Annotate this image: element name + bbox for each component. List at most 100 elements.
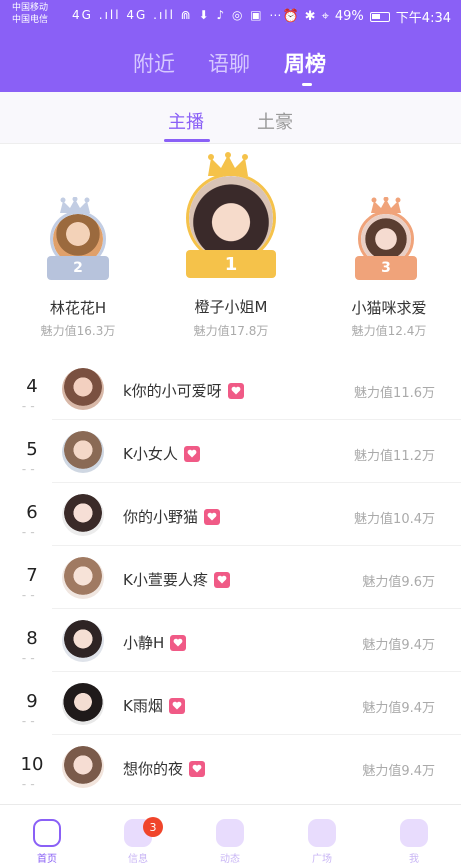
location-icon: ⌖ (321, 9, 329, 24)
rank-number: 5 (26, 439, 38, 460)
divider (52, 482, 461, 483)
rank-change: – – (22, 465, 36, 474)
list-item-name: K小女人 (123, 443, 200, 464)
heart-icon (227, 382, 244, 399)
top-tab-bar: 附近 语聊 周榜 (0, 30, 461, 92)
nav-label: 我 (409, 854, 419, 865)
charm-score: 魅力值9.6万 (362, 575, 435, 590)
nav-square[interactable]: 广场 (292, 811, 352, 865)
status-bar: 中国移动 中国电信 4G .ıll 4G .ıll ⋒ ⬇ ♪ ◎ ▣ ⋯ ⏰ … (0, 0, 461, 30)
carrier-line-1: 中国移动 (12, 3, 49, 13)
user-name: K小女人 (123, 445, 178, 463)
list-item[interactable]: 7 – – K小萱要人疼 魅力值9.6万 (0, 547, 461, 609)
subtab-rich[interactable]: 土豪 (257, 108, 293, 134)
list-item-name: 想你的夜 (123, 758, 206, 779)
podium-name: 橙子小姐M (194, 298, 268, 316)
active-tab-indicator (302, 83, 312, 86)
nav-label: 动态 (220, 854, 240, 865)
rank-number: 10 (20, 754, 44, 775)
avatar[interactable] (62, 368, 104, 410)
list-item-name: k你的小可爱呀 (123, 380, 244, 401)
battery-icon (369, 11, 390, 22)
divider (52, 419, 461, 420)
heart-icon (213, 571, 230, 588)
message-badge: 3 (143, 817, 163, 837)
nav-label: 广场 (312, 854, 332, 865)
divider (52, 671, 461, 672)
podium-score: 魅力值12.4万 (351, 324, 427, 338)
user-name: 你的小野猫 (123, 508, 199, 526)
avatar[interactable] (62, 620, 104, 662)
battery-percent: 49% (334, 9, 364, 24)
rank-number: 8 (26, 628, 38, 649)
podium-name: 林花花H (49, 299, 107, 317)
rank-number: 7 (26, 565, 38, 586)
charm-score: 魅力值9.4万 (362, 638, 435, 653)
charm-score: 魅力值11.2万 (354, 449, 435, 464)
charm-score: 魅力值9.4万 (362, 764, 435, 779)
divider (52, 608, 461, 609)
signal-icons: 4G .ıll 4G .ıll ⋒ ⬇ ♪ ◎ ▣ ⋯ (72, 8, 284, 22)
list-item-name: 你的小野猫 (123, 506, 221, 527)
alarm-icon: ⏰ (282, 9, 299, 24)
rank-change: – – (22, 402, 36, 411)
rank-number: 4 (26, 376, 38, 397)
rank-ribbon: 1 (186, 250, 276, 278)
heart-icon (170, 634, 187, 651)
divider (52, 545, 461, 546)
tab-weekly-rank[interactable]: 周榜 (284, 48, 326, 78)
rank-number: 9 (26, 691, 38, 712)
list-item[interactable]: 5 – – K小女人 魅力值11.2万 (0, 421, 461, 483)
rank-ribbon: 2 (47, 256, 109, 280)
clock: 下午4:34 (395, 11, 451, 26)
rank-number: 6 (26, 502, 38, 523)
divider (52, 734, 461, 735)
list-item[interactable]: 4 – – k你的小可爱呀 魅力值11.6万 (0, 358, 461, 420)
sub-tab-bar: 主播 土豪 (0, 92, 461, 144)
list-item[interactable]: 8 – – 小静H 魅力值9.4万 (0, 610, 461, 672)
user-name: K小萱要人疼 (123, 571, 208, 589)
heart-icon (189, 760, 206, 777)
nav-home[interactable]: 首页 (17, 811, 77, 865)
rank-change: – – (22, 780, 36, 789)
podium-score: 魅力值17.8万 (193, 324, 269, 338)
list-item[interactable]: 6 – – 你的小野猫 魅力值10.4万 (0, 484, 461, 546)
user-name: 想你的夜 (123, 760, 184, 778)
avatar[interactable] (62, 494, 104, 536)
rank-change: – – (22, 528, 36, 537)
bluetooth-icon: ✱ (304, 9, 316, 24)
home-icon (33, 819, 61, 847)
profile-icon (400, 819, 428, 847)
avatar[interactable] (62, 746, 104, 788)
avatar[interactable] (62, 431, 104, 473)
nav-moments[interactable]: 动态 (200, 811, 260, 865)
charm-score: 魅力值9.4万 (362, 701, 435, 716)
list-item-name: K小萱要人疼 (123, 569, 230, 590)
rank-change: – – (22, 717, 36, 726)
bottom-nav: 首页 信息 3 动态 广场 我 (0, 804, 461, 867)
avatar[interactable] (62, 683, 104, 725)
rank-change: – – (22, 654, 36, 663)
heart-icon (168, 697, 185, 714)
podium-name: 小猫咪求爱 (351, 299, 427, 317)
user-name: k你的小可爱呀 (123, 382, 222, 400)
charm-score: 魅力值11.6万 (354, 386, 435, 401)
tab-nearby[interactable]: 附近 (133, 48, 175, 78)
rank-ribbon: 3 (355, 256, 417, 280)
user-name: 小静H (123, 634, 165, 652)
list-item-name: 小静H (123, 632, 187, 653)
heart-icon (204, 508, 221, 525)
subtab-hosts[interactable]: 主播 (168, 108, 204, 134)
ranking-screen: 中国移动 中国电信 4G .ıll 4G .ıll ⋒ ⬇ ♪ ◎ ▣ ⋯ ⏰ … (0, 0, 461, 867)
list-item[interactable]: 9 – – K雨烟 魅力值9.4万 (0, 673, 461, 735)
list-item-name: K雨烟 (123, 695, 185, 716)
tab-voice-chat[interactable]: 语聊 (208, 48, 250, 78)
nav-label: 首页 (37, 854, 57, 865)
user-name: K雨烟 (123, 697, 163, 715)
status-right: ⏰ ✱ ⌖ 49% 下午4:34 (282, 7, 451, 26)
nav-label: 信息 (128, 854, 148, 865)
avatar[interactable] (62, 557, 104, 599)
list-item[interactable]: 10 – – 想你的夜 魅力值9.4万 (0, 736, 461, 798)
nav-profile[interactable]: 我 (384, 811, 444, 865)
rank-change: – – (22, 591, 36, 600)
